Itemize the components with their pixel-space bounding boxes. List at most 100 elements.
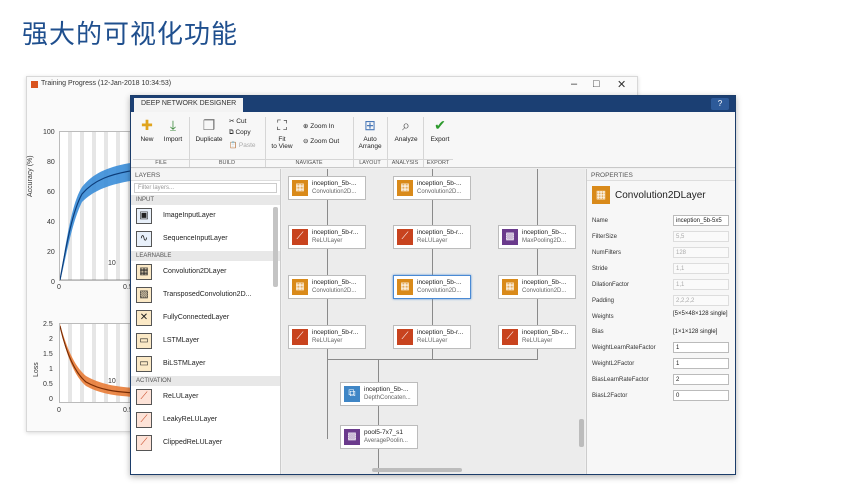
- prop-label: Stride: [592, 266, 608, 272]
- analyze-button[interactable]: ⌕ Analyze: [391, 117, 421, 143]
- bias-l2-field[interactable]: 0: [673, 390, 729, 401]
- help-button[interactable]: ?: [711, 98, 729, 110]
- acc-ytick: 40: [47, 219, 55, 226]
- training-window-title: Training Progress (12-Jan-2018 10:34:53): [41, 80, 172, 87]
- convolution-icon: ▦: [397, 180, 413, 196]
- name-field[interactable]: inception_5b-5x5: [673, 215, 729, 226]
- layer-item-leaky-relu[interactable]: ⟋ LeakyReLULayer: [131, 409, 280, 432]
- bias-learn-rate-field[interactable]: 2: [673, 374, 729, 385]
- edge: [327, 169, 328, 439]
- prop-label: WeightLearnRateFactor: [592, 345, 656, 351]
- auto-arrange-button[interactable]: ⊞ Auto Arrange: [357, 117, 383, 150]
- network-canvas[interactable]: ▦ inception_5b-... Convolution2D... ▦ incep…: [282, 169, 585, 474]
- concat-icon: ⧉: [344, 386, 360, 402]
- canvas-scrollbar-vertical[interactable]: [579, 419, 584, 447]
- prop-label: Weights: [592, 314, 614, 320]
- canvas-node-avgpool[interactable]: ▩ pool5-7x7_s1 AveragePoolin...: [340, 425, 418, 449]
- canvas-node-relu[interactable]: ⟋ inception_5b-r... ReLULayer: [288, 225, 366, 249]
- category-activation: ACTIVATION: [131, 376, 280, 386]
- fully-connected-icon: ✕: [136, 310, 152, 326]
- layers-header: LAYERS: [131, 169, 280, 181]
- tab-deep-network-designer[interactable]: DEEP NETWORK DESIGNER: [134, 98, 244, 112]
- prop-label: NumFilters: [592, 250, 622, 256]
- canvas-node-conv[interactable]: ▦ inception_5b-... Convolution2D...: [288, 275, 366, 299]
- prop-label: Name: [592, 218, 609, 224]
- accuracy-curve: [60, 162, 134, 280]
- import-button[interactable]: ⤓ Import: [161, 117, 185, 143]
- canvas-node-relu[interactable]: ⟋ inception_5b-r... ReLULayer: [498, 325, 576, 349]
- filtersize-field: 5,5: [673, 231, 729, 242]
- export-button[interactable]: ✔ Export: [427, 117, 453, 143]
- bilstm-icon: ▭: [136, 356, 152, 372]
- canvas-node-conv-selected[interactable]: ▦ inception_5b-... Convolution2D...: [393, 275, 471, 299]
- bias-value: [1×1×128 single]: [673, 329, 718, 335]
- weight-learn-rate-field[interactable]: 1: [673, 342, 729, 353]
- numfilters-field: 128: [673, 247, 729, 258]
- designer-tabbar: DEEP NETWORK DESIGNER ?: [131, 96, 735, 112]
- canvas-node-conv[interactable]: ▦ inception_5b-... Convolution2D...: [393, 176, 471, 200]
- relu-icon: ⟋: [502, 329, 518, 345]
- cut-button[interactable]: ✂ Cut: [229, 117, 246, 125]
- zoom-out-button[interactable]: ⊖ Zoom Out: [303, 137, 339, 145]
- prop-label: Padding: [592, 298, 615, 304]
- copy-button[interactable]: ⧉ Copy: [229, 129, 251, 137]
- layer-item-convolution2d[interactable]: ▦ Convolution2DLayer: [131, 261, 280, 284]
- canvas-node-relu[interactable]: ⟋ inception_5b-r... ReLULayer: [288, 325, 366, 349]
- lstm-icon: ▭: [136, 333, 152, 349]
- canvas-node-depth-concat[interactable]: ⧉ inception_5b-... DepthConcaten...: [340, 382, 418, 406]
- relu-icon: ⟋: [292, 229, 308, 245]
- paste-button[interactable]: 📋 Paste: [229, 141, 256, 149]
- acc-xtick: 10: [108, 260, 116, 267]
- fit-to-view-button[interactable]: ⛶ Fit to View: [269, 117, 295, 150]
- section-layout: LAYOUT: [353, 159, 387, 168]
- acc-ytick: 0: [51, 279, 55, 286]
- properties-header: PROPERTIES: [587, 169, 735, 181]
- acc-ytick: 80: [47, 159, 55, 166]
- minimize-button[interactable]: –: [571, 78, 577, 90]
- canvas-scrollbar-horizontal[interactable]: [372, 468, 462, 472]
- canvas-node-maxpool[interactable]: ▩ inception_5b-... MaxPooling2D...: [498, 225, 576, 249]
- accuracy-ylabel: Accuracy (%): [27, 155, 34, 197]
- layers-scrollbar[interactable]: [273, 207, 278, 287]
- canvas-node-conv[interactable]: ▦ inception_5b-... Convolution2D...: [288, 176, 366, 200]
- canvas-node-conv[interactable]: ▦ inception_5b-... Convolution2D...: [498, 275, 576, 299]
- layer-item-relu[interactable]: ⟋ ReLULayer: [131, 386, 280, 409]
- close-button[interactable]: ✕: [617, 78, 626, 91]
- weights-value: [5×5×48×128 single]: [673, 311, 728, 317]
- properties-panel: PROPERTIES ▦ Convolution2DLayer Name inc…: [586, 169, 735, 474]
- layer-item-lstm[interactable]: ▭ LSTMLayer: [131, 330, 280, 353]
- layer-item-sequence-input[interactable]: ∿ SequenceInputLayer: [131, 228, 280, 251]
- maximize-button[interactable]: □: [593, 78, 600, 90]
- relu-icon: ⟋: [397, 229, 413, 245]
- section-navigate: NAVIGATE: [265, 159, 353, 168]
- transposed-conv-icon: ▧: [136, 287, 152, 303]
- zoom-in-button[interactable]: ⊕ Zoom In: [303, 122, 334, 130]
- layer-item-transposed-conv[interactable]: ▧ TransposedConvolution2D...: [131, 284, 280, 307]
- duplicate-button[interactable]: ❐ Duplicate: [193, 117, 225, 143]
- loss-ytick: 2: [49, 336, 53, 343]
- layer-item-clipped-relu[interactable]: ⟋ ClippedReLULayer: [131, 432, 280, 455]
- acc-ytick: 20: [47, 249, 55, 256]
- stride-field: 1,1: [673, 263, 729, 274]
- canvas-node-relu[interactable]: ⟋ inception_5b-r... ReLULayer: [393, 325, 471, 349]
- new-button[interactable]: ✚ New: [137, 117, 157, 143]
- acc-ytick: 100: [43, 129, 55, 136]
- convolution-icon: ▦: [292, 180, 308, 196]
- layer-item-fully-connected[interactable]: ✕ FullyConnectedLayer: [131, 307, 280, 330]
- toolstrip: ✚ New ⤓ Import ❐ Duplicate ✂ Cut ⧉ Copy …: [131, 112, 735, 168]
- dilation-field: 1,1: [673, 279, 729, 290]
- weight-l2-field[interactable]: 1: [673, 358, 729, 369]
- loss-plot: 10: [59, 323, 135, 403]
- layer-item-image-input[interactable]: ▣ ImageInputLayer: [131, 205, 280, 228]
- edge: [327, 359, 538, 360]
- prop-label: WeightL2Factor: [592, 361, 635, 367]
- section-file: FILE: [133, 159, 189, 168]
- sequence-input-icon: ∿: [136, 231, 152, 247]
- duplicate-icon: ❐: [202, 117, 216, 133]
- layer-item-bilstm[interactable]: ▭ BiLSTMLayer: [131, 353, 280, 376]
- convolution-icon: ▦: [592, 186, 610, 204]
- matlab-app-icon: [31, 81, 38, 88]
- filter-layers-input[interactable]: Filter layers...: [134, 183, 277, 193]
- clipped-relu-icon: ⟋: [136, 435, 152, 451]
- canvas-node-relu[interactable]: ⟋ inception_5b-r... ReLULayer: [393, 225, 471, 249]
